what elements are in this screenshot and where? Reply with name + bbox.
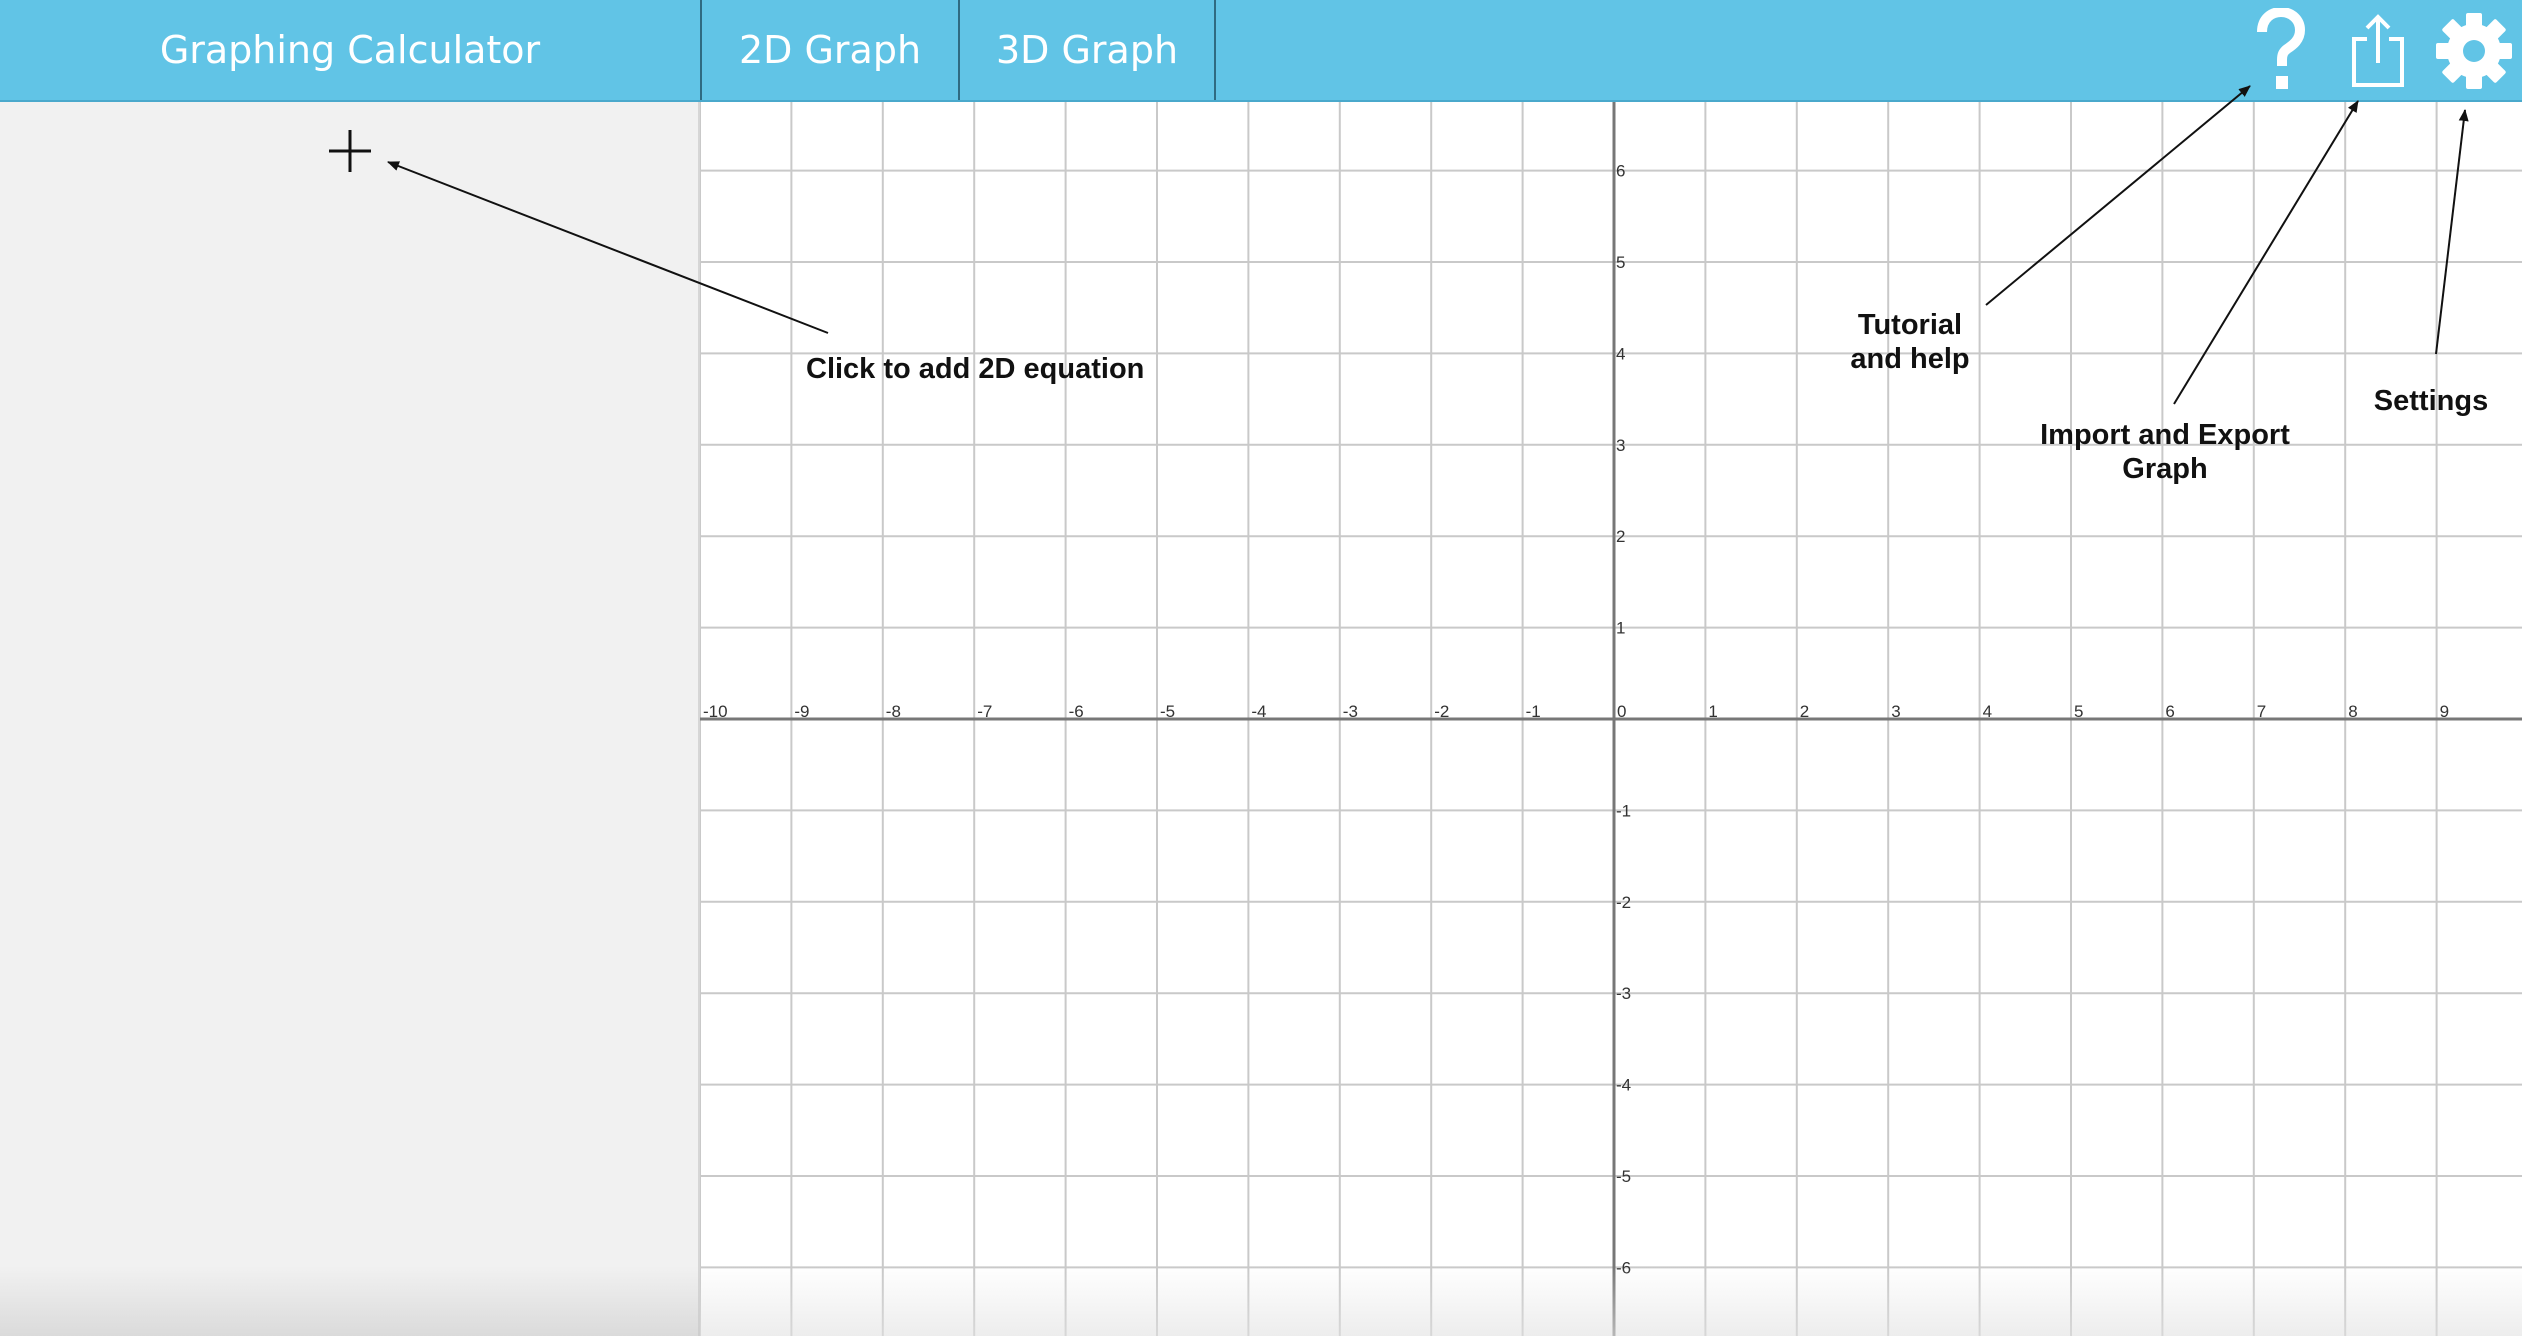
x-tick-label: -1 [1526,702,1541,721]
y-tick-label: -1 [1616,801,1631,820]
annotation-settings: Settings [2373,385,2489,417]
x-tick-label: -4 [1251,702,1266,721]
app-title: Graphing Calculator [159,28,541,72]
y-tick-label: -4 [1616,1076,1631,1095]
help-button[interactable] [2240,8,2320,94]
tab-2d-graph[interactable]: 2D Graph [700,0,958,100]
graphing-calculator-app: Graphing Calculator 2D Graph 3D Graph -1… [0,0,2522,1336]
top-bar: Graphing Calculator 2D Graph 3D Graph [0,0,2522,102]
annotation-help-line1: Tutorial [1857,309,1963,341]
x-tick-label: -10 [703,702,728,721]
x-tick-label: 3 [1891,702,1900,721]
x-tick-label: 0 [1617,702,1626,721]
x-tick-label: -8 [886,702,901,721]
x-tick-label: 1 [1708,702,1717,721]
y-tick-label: 2 [1616,527,1625,546]
plus-icon [329,130,371,172]
y-tick-label: -6 [1616,1258,1631,1277]
y-tick-label: 6 [1616,162,1625,181]
equation-sidebar [0,102,700,1336]
annotation-help-line2: and help [1850,343,1970,375]
y-tick-label: -5 [1616,1167,1631,1186]
add-equation-button[interactable] [320,120,380,180]
y-tick-label: -2 [1616,893,1631,912]
x-tick-label: -9 [794,702,809,721]
y-tick-label: 1 [1616,619,1625,638]
question-mark-icon [2257,8,2306,89]
annotation-io-line2: Graph [2122,453,2208,485]
tab-3d-graph[interactable]: 3D Graph [958,0,1216,100]
coordinate-plane[interactable]: -10 -9 -8 -7 -6 -5 -4 -3 -2 -1 0 1 2 3 4 5 6 7 8 9654321-1-… [700,102,2522,1336]
x-tick-label: 9 [2440,702,2449,721]
share-export-icon [2352,14,2404,87]
x-tick-label: -5 [1160,702,1175,721]
x-tick-label: 6 [2165,702,2174,721]
x-tick-label: 7 [2257,702,2266,721]
x-tick-label: -7 [977,702,992,721]
import-export-button[interactable] [2338,8,2418,94]
y-tick-label: 3 [1616,436,1625,455]
x-tick-label: -6 [1069,702,1084,721]
x-tick-label: 4 [1983,702,1992,721]
x-tick-label: -2 [1434,702,1449,721]
gear-icon [2435,13,2512,89]
settings-button[interactable] [2425,8,2522,94]
y-tick-label: -3 [1616,984,1631,1003]
annotation-add-equation: Click to add 2D equation [806,353,1145,385]
x-tick-label: -3 [1343,702,1358,721]
x-tick-label: 5 [2074,702,2083,721]
x-tick-label: 8 [2348,702,2357,721]
annotation-import-export: Import and Export Graph [2020,418,2310,486]
x-tick-label: 2 [1800,702,1809,721]
graph-canvas[interactable]: -10 -9 -8 -7 -6 -5 -4 -3 -2 -1 0 1 2 3 4 5 6 7 8 9 6 5 4 3 2 1 -1-… [700,102,2522,1336]
sidebar-bottom-shadow [0,1266,700,1336]
annotation-io-line1: Import and Export [2040,419,2290,451]
y-tick-label: 4 [1616,344,1625,363]
annotation-tutorial-help: Tutorial and help [1840,308,1980,376]
y-tick-label: 5 [1616,253,1625,272]
